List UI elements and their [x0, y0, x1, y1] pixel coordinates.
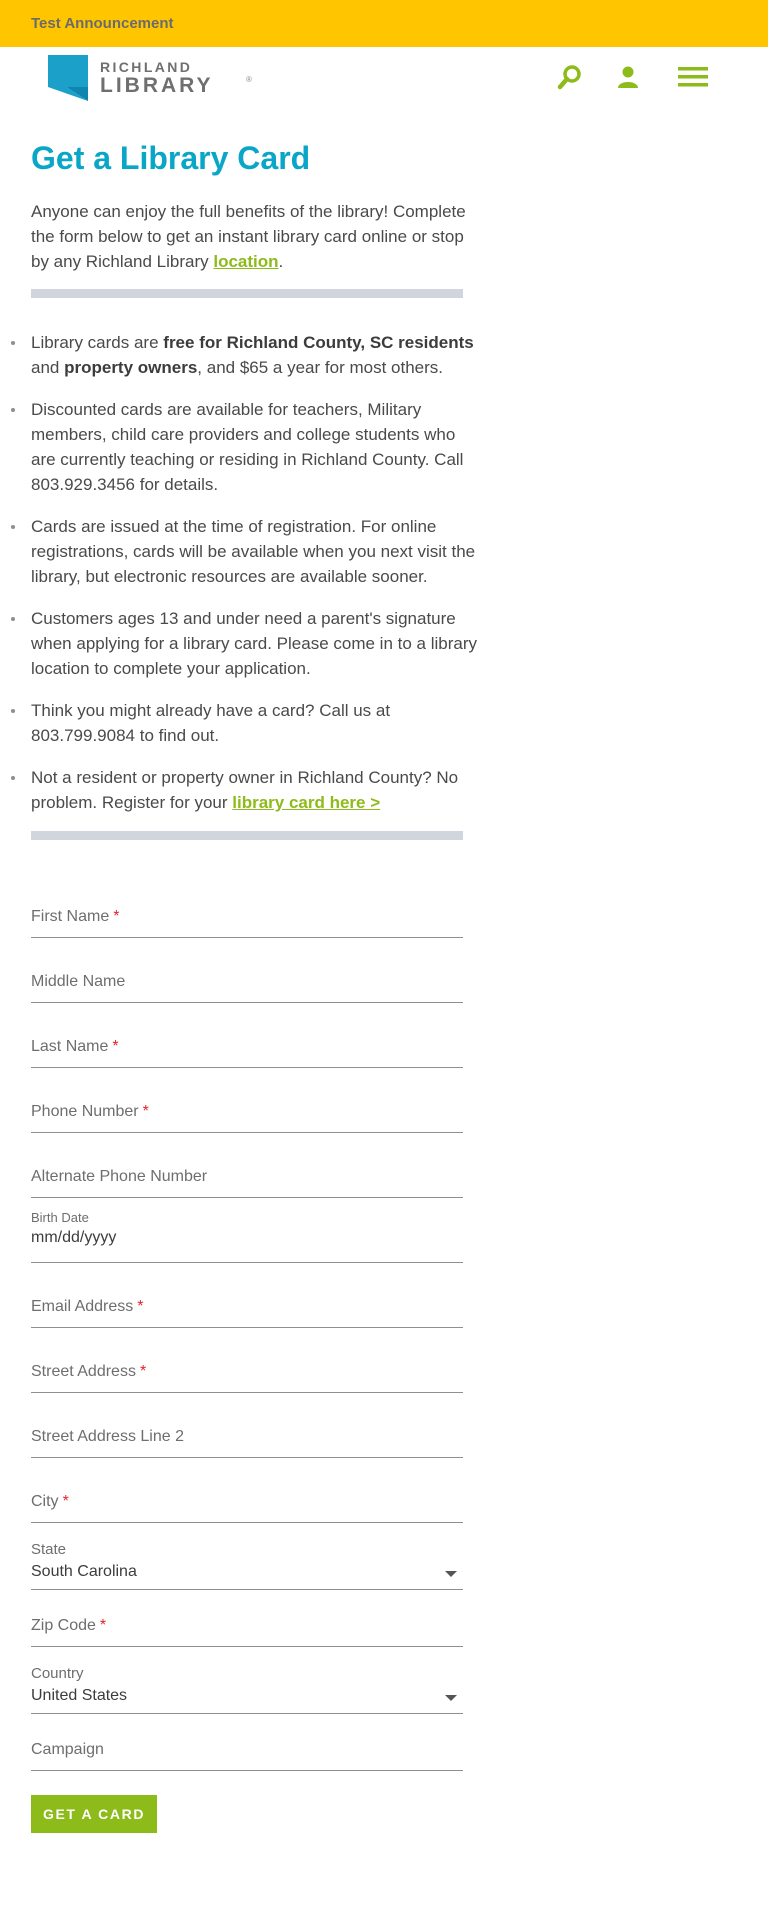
logo-registered-mark: ® [246, 75, 252, 84]
birth-date-label: Birth Date [31, 1210, 89, 1225]
page-title: Get a Library Card [31, 140, 311, 176]
required-mark: * [62, 1493, 69, 1510]
street-address-label: Street Address [31, 1363, 136, 1380]
zip-code-field[interactable]: Zip Code * [31, 1605, 463, 1647]
zip-code-label: Zip Code [31, 1617, 96, 1634]
logo-mark-icon [48, 55, 88, 101]
required-mark: * [137, 1298, 144, 1315]
country-label: Country [31, 1665, 84, 1682]
richland-library-logo[interactable]: RICHLAND LIBRARY ® [48, 53, 252, 101]
list-item: Think you might already have a card? Cal… [0, 698, 480, 748]
list-item: Not a resident or property owner in Rich… [0, 765, 480, 815]
city-label: City [31, 1493, 59, 1510]
phone-number-label: Phone Number [31, 1103, 139, 1120]
bullet-dot [11, 341, 15, 345]
required-mark: * [142, 1103, 149, 1120]
card-info-list: Library cards are free for Richland Coun… [0, 330, 480, 832]
menu-icon[interactable] [677, 62, 709, 92]
country-select[interactable]: Country United States [31, 1662, 463, 1714]
middle-name-label: Middle Name [31, 973, 126, 990]
country-value: United States [31, 1687, 128, 1704]
phone-number-field[interactable]: Phone Number * [31, 1091, 463, 1133]
street-address-line2-label: Street Address Line 2 [31, 1428, 184, 1445]
bullet-dot [11, 617, 15, 621]
alternate-phone-field[interactable]: Alternate Phone Number [31, 1156, 463, 1198]
intro-end: . [278, 252, 284, 271]
required-mark: * [139, 1363, 147, 1380]
divider-bottom [31, 831, 463, 840]
street-address-field[interactable]: Street Address * [31, 1351, 463, 1393]
last-name-label: Last Name [31, 1038, 109, 1055]
announcement-text[interactable]: Test Announcement [31, 15, 174, 32]
required-mark: * [113, 908, 120, 925]
divider-top [31, 289, 463, 298]
site-header: RICHLAND LIBRARY ® [0, 47, 768, 107]
bullet-dot [11, 776, 15, 780]
logo-text-richland: RICHLAND [100, 59, 193, 75]
location-link[interactable]: location [213, 252, 278, 271]
first-name-label: First Name [31, 908, 110, 925]
chevron-down-icon [445, 1571, 457, 1577]
email-address-label: Email Address [31, 1298, 134, 1315]
list-item: Library cards are free for Richland Coun… [0, 330, 480, 380]
alternate-phone-label: Alternate Phone Number [31, 1168, 208, 1185]
announcement-bar: Test Announcement [0, 0, 768, 47]
bold-text: free for Richland County, SC residents [163, 333, 474, 352]
last-name-field[interactable]: Last Name * [31, 1026, 463, 1068]
library-card-here-link[interactable]: library card here > [232, 793, 380, 812]
list-item: Cards are issued at the time of registra… [0, 514, 480, 589]
state-select[interactable]: State South Carolina [31, 1538, 463, 1590]
bullet-dot [11, 408, 15, 412]
campaign-label: Campaign [31, 1741, 104, 1758]
bullet-dot [11, 709, 15, 713]
city-field[interactable]: City * [31, 1481, 463, 1523]
first-name-field[interactable]: First Name * [31, 896, 463, 938]
street-address-line2-field[interactable]: Street Address Line 2 [31, 1416, 463, 1458]
list-item: Customers ages 13 and under need a paren… [0, 606, 480, 681]
intro-paragraph: Anyone can enjoy the full benefits of th… [31, 199, 471, 274]
list-item: Discounted cards are available for teach… [0, 397, 480, 497]
chevron-down-icon [445, 1695, 457, 1701]
state-value: South Carolina [31, 1563, 137, 1580]
email-address-field[interactable]: Email Address * [31, 1286, 463, 1328]
required-mark: * [99, 1617, 107, 1634]
birth-date-placeholder: mm/dd/yyyy [31, 1229, 117, 1246]
birth-date-field[interactable]: Birth Date mm/dd/yyyy [31, 1208, 463, 1263]
bullet-dot [11, 525, 15, 529]
campaign-field[interactable]: Campaign [31, 1729, 463, 1771]
state-label: State [31, 1541, 67, 1558]
user-icon[interactable] [613, 62, 643, 92]
logo-text-library: LIBRARY [100, 74, 214, 97]
required-mark: * [112, 1038, 119, 1055]
search-icon[interactable] [555, 62, 585, 92]
get-a-card-button[interactable]: GET A CARD [31, 1795, 157, 1833]
middle-name-field[interactable]: Middle Name [31, 961, 463, 1003]
bold-text: property owners [64, 358, 198, 377]
